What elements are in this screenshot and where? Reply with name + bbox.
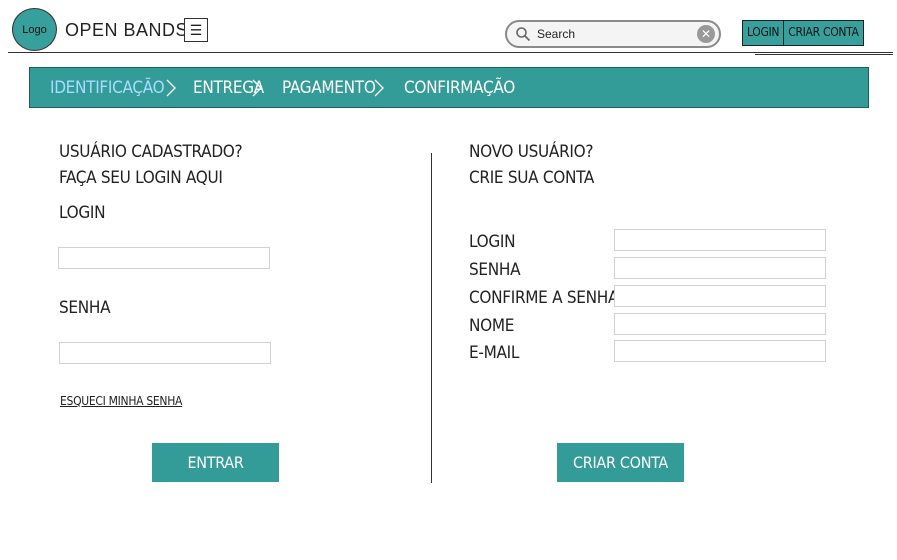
menu-icon[interactable]: ☰	[184, 18, 208, 42]
password-field[interactable]	[59, 342, 271, 364]
chevron-right-icon	[374, 79, 384, 97]
logo[interactable]: Logo	[12, 8, 57, 51]
chevron-right-icon	[166, 79, 176, 97]
email-label: E-MAIL	[469, 343, 520, 363]
search-box[interactable]: Search ✕	[505, 20, 721, 48]
header-divider-short	[755, 54, 893, 55]
name-field[interactable]	[614, 313, 826, 335]
forgot-password-link[interactable]: ESQUECI MINHA SENHA	[60, 394, 182, 408]
login-field[interactable]	[58, 247, 270, 269]
new-login-field[interactable]	[614, 229, 826, 251]
checkout-steps: IDENTIFICAÇÃO ENTREGA PAGAMENTO CONFIRMA…	[29, 67, 869, 108]
logo-text: Logo	[22, 23, 47, 36]
step-identificacao[interactable]: IDENTIFICAÇÃO	[50, 78, 165, 98]
confirm-password-field[interactable]	[614, 285, 826, 307]
step-pagamento[interactable]: PAGAMENTO	[282, 78, 376, 98]
login-submit-button[interactable]: ENTRAR	[152, 443, 279, 482]
confirm-password-label: CONFIRME A SENHA	[469, 288, 619, 308]
login-button[interactable]: LOGIN	[743, 21, 785, 45]
signup-button[interactable]: CRIAR CONTA	[784, 21, 862, 45]
email-field[interactable]	[614, 340, 826, 362]
password-label: SENHA	[59, 298, 111, 318]
chevron-right-icon	[252, 79, 262, 97]
login-label: LOGIN	[59, 203, 106, 223]
returning-heading-2: FAÇA SEU LOGIN AQUI	[59, 168, 223, 188]
new-user-heading-2: CRIE SUA CONTA	[469, 168, 594, 188]
step-confirmacao[interactable]: CONFIRMAÇÃO	[404, 78, 515, 98]
column-divider	[431, 153, 432, 483]
new-login-label: LOGIN	[469, 232, 516, 252]
brand-name: OPEN BANDS	[65, 20, 189, 40]
new-user-heading-1: NOVO USUÁRIO?	[469, 142, 594, 162]
returning-heading-1: USUÁRIO CADASTRADO?	[59, 142, 243, 162]
name-label: NOME	[469, 316, 515, 336]
new-password-label: SENHA	[469, 260, 521, 280]
create-account-button[interactable]: CRIAR CONTA	[557, 443, 684, 482]
new-password-field[interactable]	[614, 257, 826, 279]
auth-buttons: LOGIN CRIAR CONTA	[742, 20, 864, 46]
header-divider	[8, 52, 893, 53]
search-icon	[516, 27, 531, 42]
search-input[interactable]: Search	[537, 27, 697, 41]
clear-icon[interactable]: ✕	[697, 25, 715, 43]
